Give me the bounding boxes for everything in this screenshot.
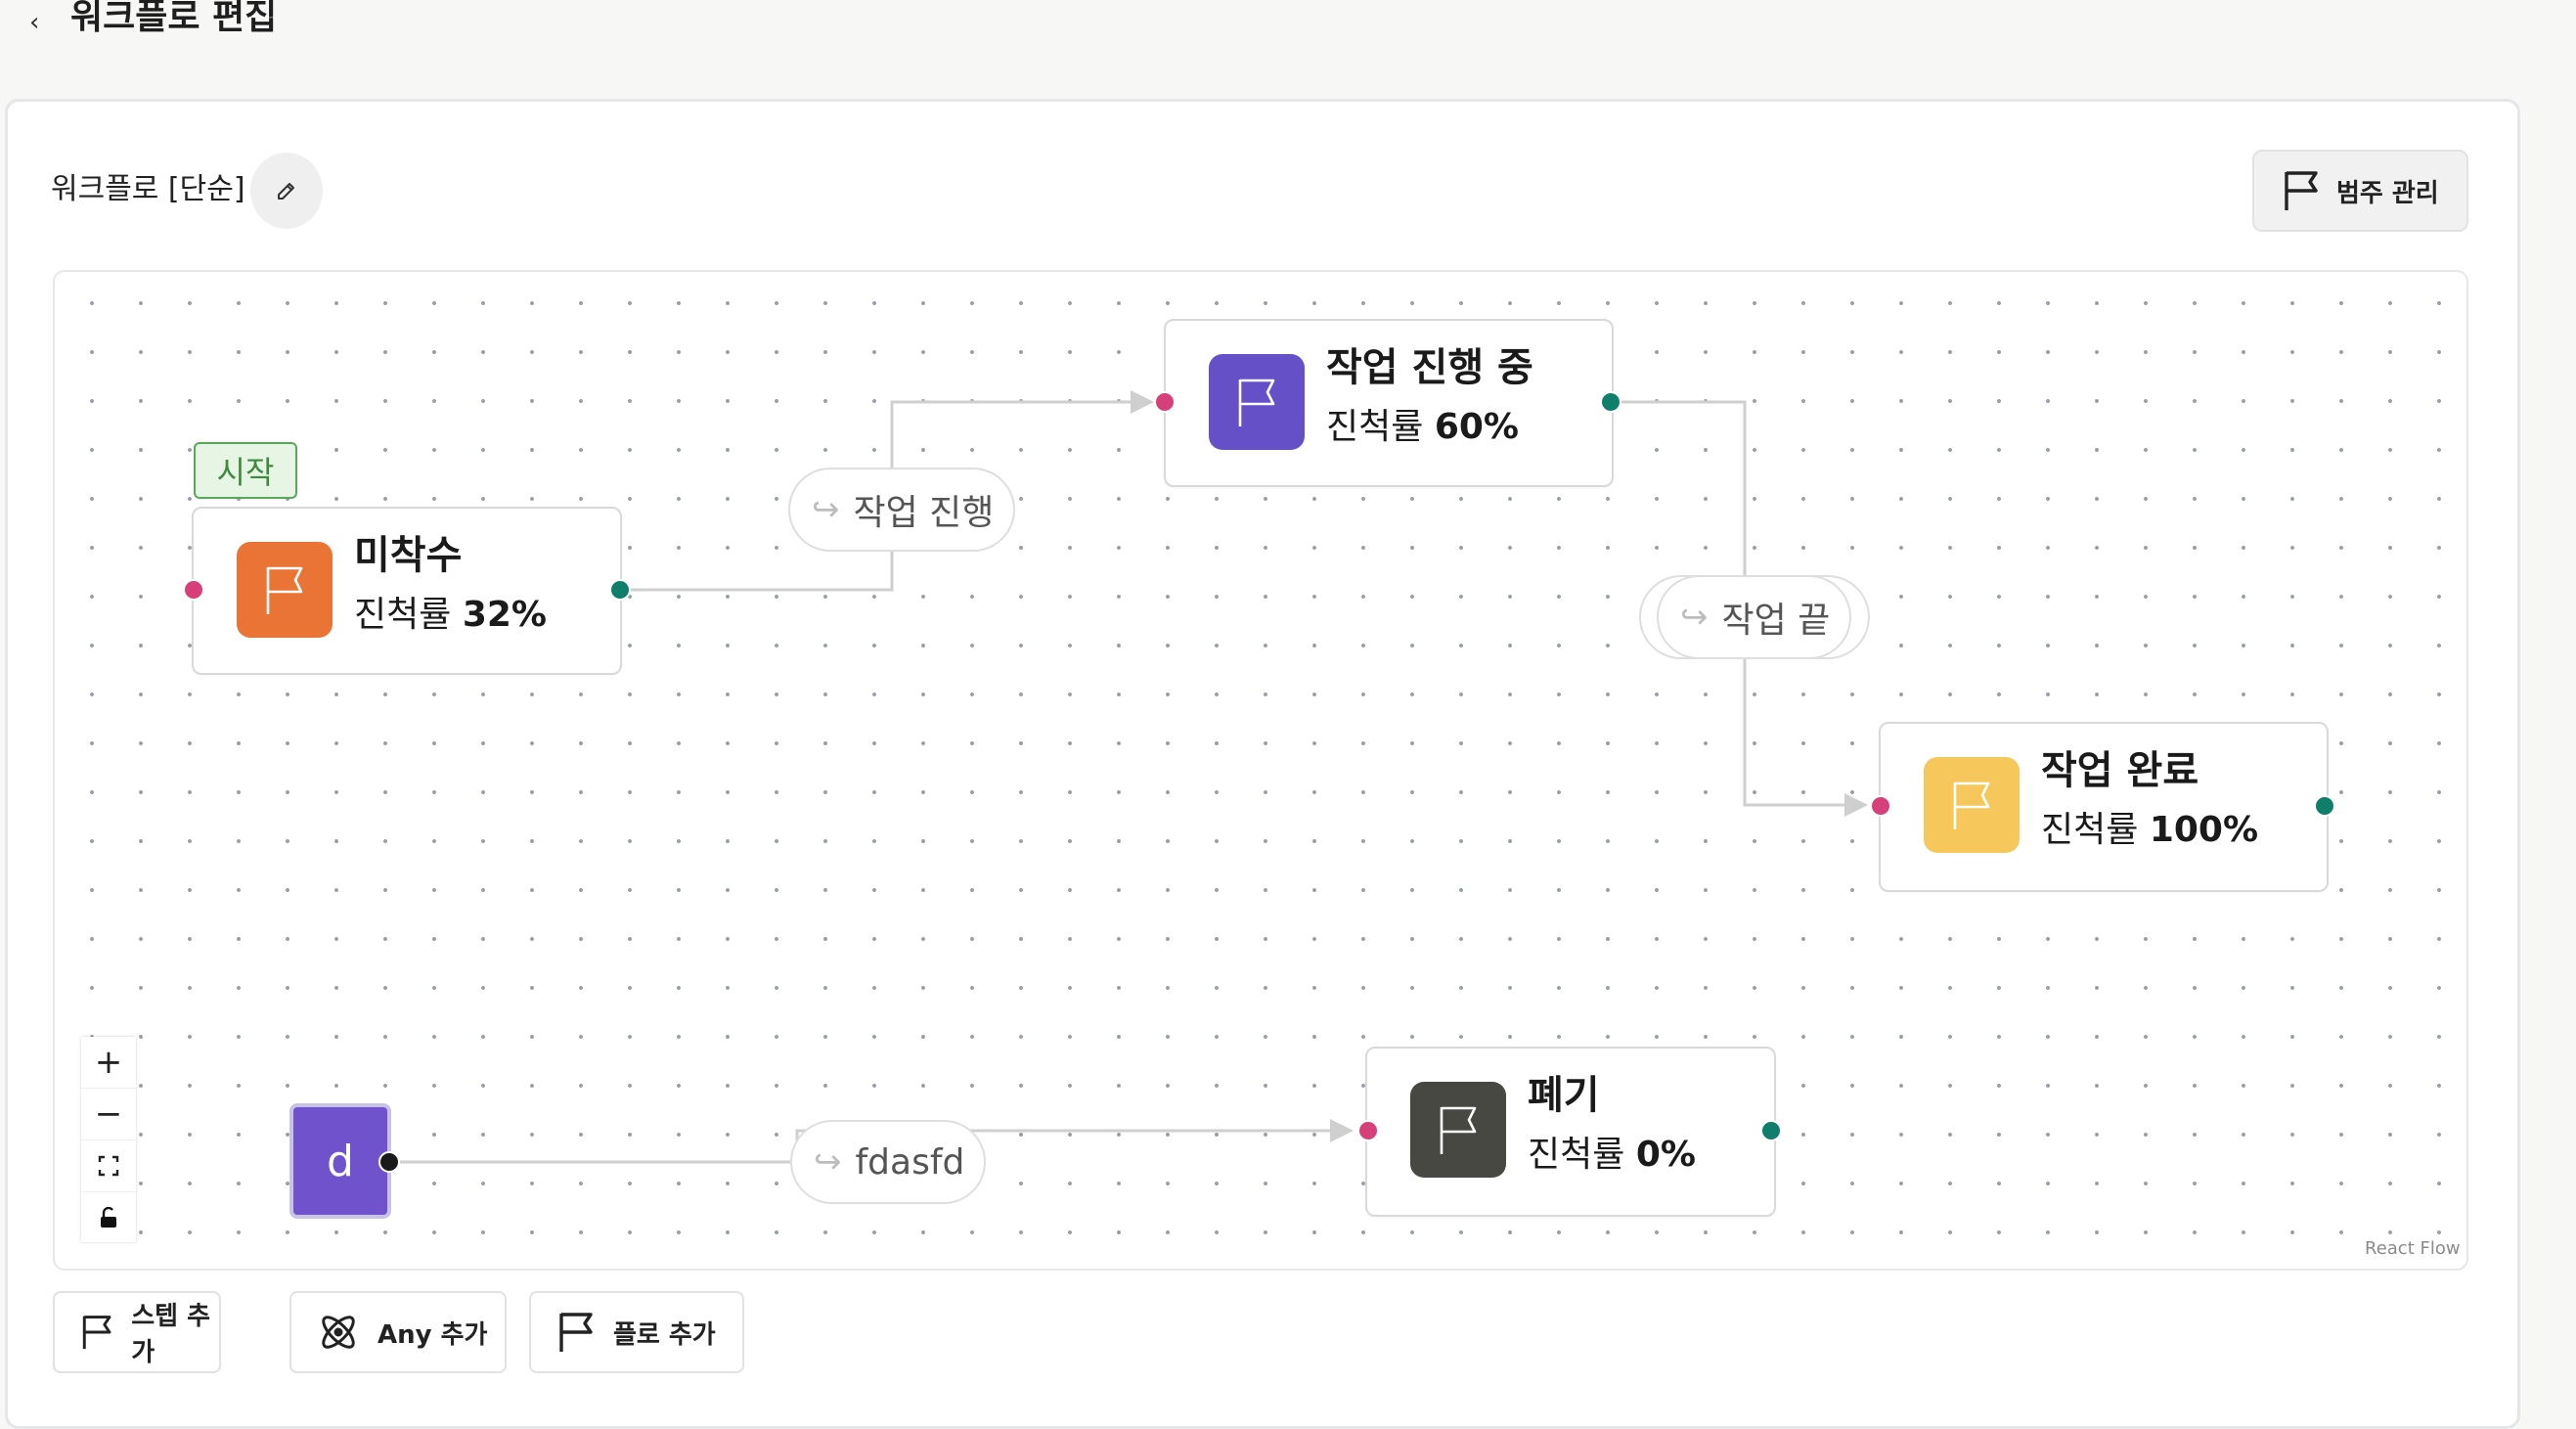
edit-name-button[interactable] (250, 153, 323, 229)
fit-view-button[interactable] (81, 1140, 136, 1192)
flag-icon (2285, 171, 2318, 210)
add-step-button[interactable]: 스텝 추가 (53, 1291, 221, 1373)
input-handle[interactable] (1154, 391, 1176, 413)
category-manage-button[interactable]: 범주 관리 (2252, 150, 2468, 232)
lock-button[interactable] (81, 1192, 136, 1243)
node-title: 미착수 (354, 533, 463, 578)
lock-icon (101, 1207, 116, 1228)
edge-label-text: 작업 끝 (1721, 601, 1831, 641)
pencil-icon (278, 183, 294, 200)
flag-icon (82, 1316, 111, 1350)
start-badge: 시작 (194, 442, 297, 499)
node-title: 폐기 (1528, 1073, 1600, 1118)
workflow-name: 워크플로 [단순] (51, 172, 245, 206)
add-flow-button[interactable]: 플로 추가 (529, 1291, 744, 1373)
output-handle[interactable] (2314, 795, 2335, 817)
back-chevron-icon[interactable]: ‹ (29, 8, 39, 37)
input-handle[interactable] (1357, 1120, 1379, 1141)
flag-icon (266, 566, 303, 614)
minus-icon: − (94, 1094, 123, 1134)
canvas-controls: + − (81, 1037, 136, 1242)
progress-label: 진척률 (1326, 407, 1424, 447)
progress-value: 100% (2149, 810, 2259, 850)
progress-label: 진척률 (1528, 1135, 1625, 1175)
add-step-label: 스텝 추가 (131, 1302, 211, 1367)
page-title: 워크플로 편집 (70, 0, 278, 37)
add-any-button[interactable]: Any 추가 (289, 1291, 507, 1373)
node-progress: 진척률 32% (354, 593, 547, 638)
category-manage-label: 범주 관리 (2336, 178, 2439, 208)
output-handle[interactable] (378, 1151, 400, 1173)
flag-icon (559, 1313, 593, 1352)
node-progress: 진척률 0% (1528, 1133, 1696, 1178)
input-handle[interactable] (1870, 795, 1891, 817)
node-title: 작업 진행 중 (1326, 345, 1533, 390)
atom-icon (322, 1316, 355, 1349)
redirect-arrow-icon: ↪ (812, 490, 840, 529)
flag-icon (1953, 781, 1990, 829)
node-icon (237, 542, 333, 638)
zoom-in-button[interactable]: + (81, 1037, 136, 1089)
step-node-done[interactable]: 작업 완료 진척률 100% (1879, 722, 2329, 892)
output-handle[interactable] (609, 579, 631, 601)
redirect-arrow-icon: ↪ (1680, 598, 1709, 637)
any-node[interactable]: d (289, 1103, 391, 1219)
step-node-discarded[interactable]: 폐기 진척률 0% (1365, 1047, 1776, 1217)
progress-label: 진척률 (2041, 810, 2139, 850)
step-node-not-started[interactable]: 미착수 진척률 32% (192, 507, 622, 675)
step-node-in-progress[interactable]: 작업 진행 중 진척률 60% (1164, 319, 1614, 487)
react-flow-attribution[interactable]: React Flow (2365, 1238, 2461, 1259)
node-icon (1410, 1082, 1506, 1178)
edge-label-text: fdasfd (855, 1141, 965, 1183)
progress-value: 60% (1434, 407, 1519, 447)
progress-value: 0% (1635, 1135, 1696, 1175)
edge-label-text: 작업 진행 (853, 493, 995, 533)
output-handle[interactable] (1600, 391, 1621, 413)
node-title: 작업 완료 (2041, 748, 2199, 793)
add-flow-label: 플로 추가 (613, 1319, 716, 1350)
flag-icon (1238, 379, 1275, 426)
redirect-arrow-icon: ↪ (814, 1142, 842, 1182)
progress-value: 32% (462, 595, 547, 635)
node-icon (1209, 354, 1305, 450)
add-any-label: Any 추가 (378, 1319, 488, 1350)
input-handle[interactable] (183, 579, 204, 601)
node-icon (1924, 757, 2020, 853)
zoom-out-button[interactable]: − (81, 1089, 136, 1140)
node-progress: 진척률 100% (2041, 808, 2258, 853)
flag-icon (1440, 1106, 1477, 1154)
node-progress: 진척률 60% (1326, 405, 1519, 450)
plus-icon: + (94, 1043, 123, 1082)
fit-view-icon (98, 1155, 119, 1177)
progress-label: 진척률 (354, 595, 452, 635)
edge-label-finish[interactable]: ↪ 작업 끝 (1657, 575, 1852, 659)
output-handle[interactable] (1760, 1120, 1782, 1141)
edge-label-start-progress[interactable]: ↪ 작업 진행 (788, 468, 1016, 552)
edge-label-fdasfd[interactable]: ↪ fdasfd (790, 1120, 987, 1204)
